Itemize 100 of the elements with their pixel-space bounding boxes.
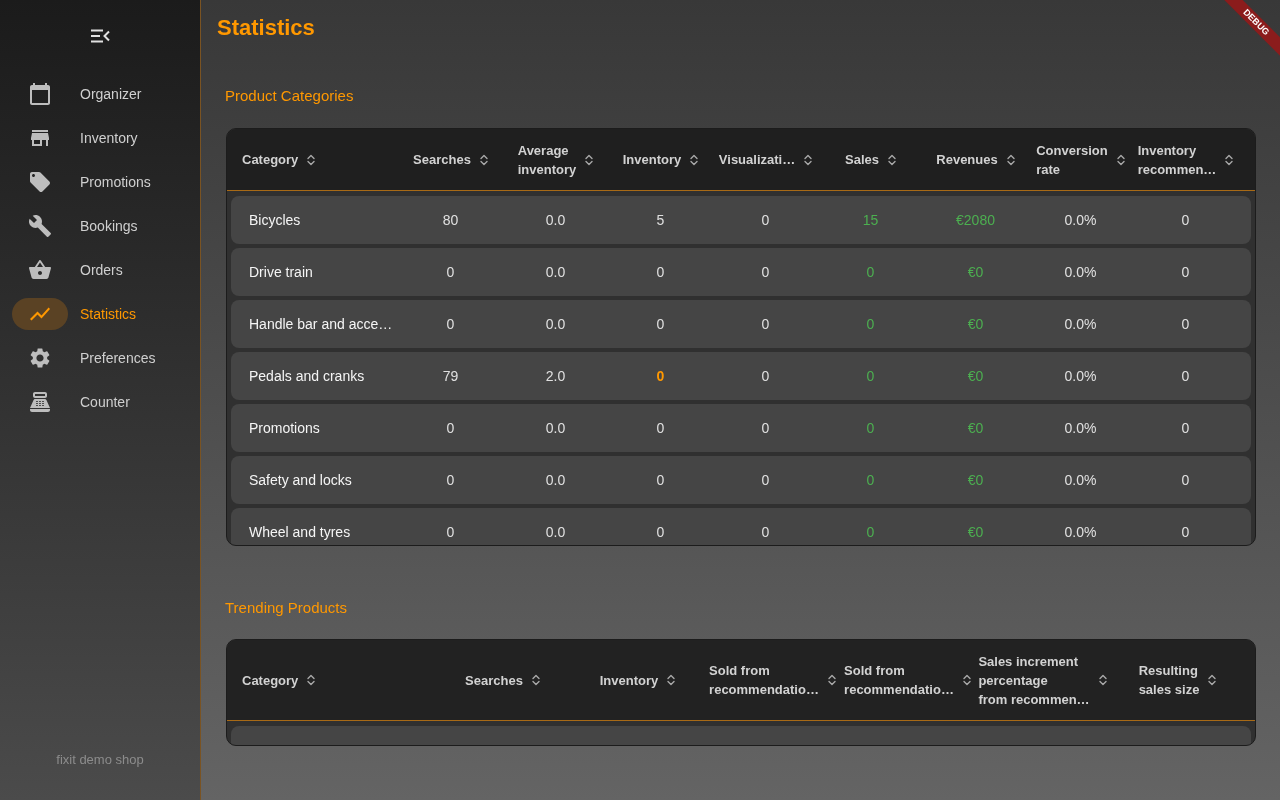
sort-icon (307, 674, 316, 686)
line-chart-icon (12, 298, 68, 330)
column-header[interactable]: Searches (413, 150, 488, 169)
table-cell-text: 0 (866, 418, 875, 438)
sidebar-item[interactable]: Statistics (12, 292, 188, 336)
table-cell-text: €0 (967, 366, 984, 386)
basket-icon (28, 258, 52, 282)
column-header[interactable]: Visualizati… (718, 150, 813, 169)
table-cell-text: Drive train (249, 262, 313, 282)
sort-icon (962, 674, 971, 686)
sort-icon (585, 153, 594, 166)
menu-collapse-icon (90, 29, 110, 43)
sort-icon (479, 153, 488, 166)
sort-icon (888, 153, 896, 166)
table-cell-text: 0 (656, 522, 665, 542)
table-cell-text: 0.0 (545, 418, 566, 438)
table-cell-text: 0 (866, 366, 875, 386)
sidebar-item[interactable]: Inventory (12, 116, 188, 160)
sidebar-item[interactable]: Preferences (12, 336, 188, 380)
column-header[interactable]: Revenues (936, 150, 1015, 169)
table-cell-text: 0.0% (1064, 470, 1097, 490)
sort-icon (667, 674, 676, 686)
table-cell-text: Safety and locks (249, 470, 352, 490)
sidebar-item[interactable]: Counter (12, 380, 188, 424)
column-header[interactable]: Searches (465, 670, 540, 690)
table-cell-text: 0.0 (545, 314, 566, 334)
table-cell-text: 0 (1181, 366, 1190, 386)
table-cell-text: 0 (761, 262, 770, 282)
sort-icon (827, 674, 836, 686)
column-header[interactable]: Inventory recommen… (1137, 140, 1234, 179)
table-cell-text: 2.0 (545, 366, 566, 386)
table-cell-text: 0 (1181, 262, 1190, 282)
calendar-icon (28, 82, 52, 106)
table-cell-text: 0 (446, 262, 455, 282)
table-cell-text: 0.0 (545, 522, 566, 542)
table-cell-text: €0 (967, 262, 984, 282)
table-cell-text: 0 (866, 314, 875, 334)
column-header[interactable]: Conversion rate (1036, 140, 1125, 179)
table-cell-text: 0.0% (1064, 210, 1097, 230)
table-cell-text: Handle bar and acce… (249, 314, 393, 334)
column-header[interactable]: Inventory (599, 670, 676, 690)
table-cell-text: €2080 (956, 210, 995, 230)
section-title: Trending Products (225, 598, 347, 618)
table-cell-text: 80 (442, 210, 459, 230)
column-header[interactable]: Sold from recommendatio… (844, 661, 971, 699)
table-cell-text: 0 (1181, 470, 1190, 490)
table-cell-text: 0.0% (1064, 314, 1097, 334)
table-cell-text: 0 (761, 210, 770, 230)
table-cell-text: 0 (866, 262, 875, 282)
table-cell-text: 0.0 (545, 262, 566, 282)
table-cell-text: 0 (761, 470, 770, 490)
table-cell-text: 0 (446, 314, 455, 334)
table-cell-text: Pedals and cranks (249, 366, 365, 386)
sort-icon (531, 674, 540, 686)
column-header[interactable]: Inventory (622, 150, 699, 169)
settings-icon (28, 346, 52, 370)
table-cell-text: 0 (656, 470, 665, 490)
table-cell-text: 0 (446, 522, 455, 542)
table-cell-text: €0 (967, 522, 984, 542)
sort-icon (1225, 153, 1234, 166)
sort-icon (1098, 674, 1107, 686)
table-cell-text: 0 (656, 418, 665, 438)
sort-icon (1006, 153, 1015, 166)
sidebar-item[interactable]: Promotions (12, 160, 188, 204)
sort-icon (307, 153, 316, 166)
table-cell-text: €0 (967, 470, 984, 490)
table-cell-text: 0 (1181, 522, 1190, 542)
sort-icon (804, 153, 813, 166)
table-cell-text: 0 (446, 418, 455, 438)
column-header[interactable]: Resulting sales size (1138, 661, 1217, 699)
table-cell-text: 0 (866, 522, 875, 542)
column-header[interactable]: Sales (845, 150, 896, 169)
table-cell-text: 0 (656, 314, 665, 334)
table-cell-text: 0 (1181, 210, 1190, 230)
table-cell-text: €0 (967, 314, 984, 334)
column-header[interactable]: Category (242, 670, 316, 690)
table-cell-text: 0.0% (1064, 366, 1097, 386)
table-cell-text: 0 (656, 262, 665, 282)
column-header[interactable]: Category (242, 150, 316, 169)
table-cell-text: Promotions (249, 418, 320, 438)
section-title: Product Categories (225, 86, 354, 106)
table-cell-text: 0 (761, 314, 770, 334)
table-cell-text: 5 (656, 210, 665, 230)
wrench-icon (28, 214, 52, 238)
column-header[interactable]: Sales increment percentage from recommen… (978, 651, 1107, 709)
table-cell-text: 0.0 (545, 210, 566, 230)
column-header[interactable]: Average inventory (517, 140, 594, 179)
sidebar-item[interactable]: Organizer (12, 72, 188, 116)
table-cell-text: 79 (442, 366, 459, 386)
table-cell-text: 0 (761, 366, 770, 386)
sort-icon (1208, 674, 1217, 686)
sort-icon (690, 153, 699, 166)
table-cell-text: €0 (967, 418, 984, 438)
table-cell-text: 0 (866, 470, 875, 490)
sidebar-item[interactable]: Orders (12, 248, 188, 292)
sidebar-item[interactable]: Bookings (12, 204, 188, 248)
table-cell-text: 15 (862, 210, 879, 230)
table-cell-text: 0.0% (1064, 522, 1097, 542)
column-header[interactable]: Sold from recommendatio… (709, 661, 836, 699)
table-cell-text: 0 (656, 366, 665, 386)
